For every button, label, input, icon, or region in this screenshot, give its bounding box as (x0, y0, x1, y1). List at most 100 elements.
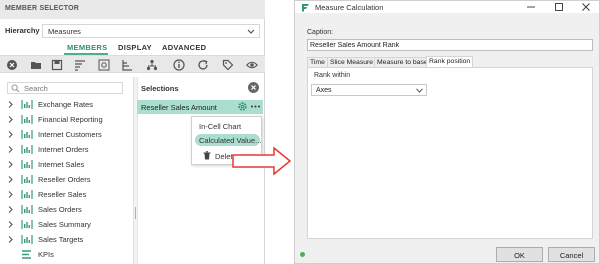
selected-member-label: Reseller Sales Amount (141, 103, 217, 112)
measure-calculation-dialog: Measure Calculation Caption: Time Slice … (294, 0, 600, 264)
tab-display[interactable]: DISPLAY (118, 43, 152, 52)
maximize-button[interactable] (545, 1, 573, 13)
menu-item-calculated-value[interactable]: Calculated Value... (195, 134, 261, 146)
caption-label: Caption: (307, 29, 334, 36)
dialog-titlebar[interactable]: Measure Calculation (295, 1, 599, 13)
list-item[interactable]: Sales Targets (0, 232, 133, 247)
search-member-icon[interactable] (98, 59, 110, 71)
member-selector-panel: MEMBER SELECTOR Hierarchy Measures MEMBE… (0, 0, 265, 264)
member-label: Sales Orders (38, 205, 82, 214)
list-item[interactable]: Sales Orders (0, 202, 133, 217)
list-item[interactable]: KPIs (0, 247, 133, 262)
measure-group-icon (21, 189, 33, 200)
selected-member[interactable]: Reseller Sales Amount (137, 100, 263, 114)
trash-icon (203, 151, 211, 160)
dialog-title: Measure Calculation (315, 3, 384, 12)
clear-selections-icon[interactable] (248, 82, 259, 93)
eye-icon[interactable] (246, 59, 258, 71)
member-label: Internet Orders (38, 145, 89, 154)
refresh-icon[interactable] (197, 59, 209, 71)
folder-icon[interactable] (30, 59, 42, 71)
list-item[interactable]: Internet Sales (0, 157, 133, 172)
member-label: Sales Summary (38, 220, 91, 229)
kpi-icon (21, 249, 33, 260)
info-icon[interactable] (173, 59, 185, 71)
hierarchy-value: Measures (48, 27, 81, 36)
tab-advanced[interactable]: ADVANCED (162, 43, 206, 52)
measure-group-icon (21, 174, 33, 185)
close-button[interactable] (572, 1, 600, 13)
member-label: Internet Customers (38, 130, 102, 139)
hierarchy-tree-icon[interactable] (121, 59, 133, 71)
list-item[interactable]: Reseller Orders (0, 172, 133, 187)
chevron-right-icon[interactable] (8, 176, 13, 183)
rank-within-label: Rank within (314, 72, 351, 79)
more-options-icon[interactable] (250, 101, 261, 112)
tag-icon[interactable] (222, 59, 234, 71)
cancel-button[interactable]: Cancel (548, 247, 595, 262)
tab-measure-to-base[interactable]: Measure to base (374, 57, 431, 67)
member-label: Sales Targets (38, 235, 84, 244)
filter-list-icon[interactable] (74, 59, 86, 71)
list-item[interactable]: Internet Orders (0, 142, 133, 157)
list-item[interactable]: Internet Customers (0, 127, 133, 142)
list-item[interactable]: Sales Summary (0, 217, 133, 232)
member-label: Internet Sales (38, 160, 85, 169)
chevron-right-icon[interactable] (8, 206, 13, 213)
splitter-grip[interactable] (135, 207, 136, 219)
dialog-footer: OK Cancel (295, 244, 599, 264)
gear-icon[interactable] (237, 101, 248, 112)
measure-group-icon (21, 129, 33, 140)
toolbar (0, 55, 265, 73)
list-item[interactable]: Exchange Rates (0, 97, 133, 112)
clear-icon[interactable] (6, 59, 18, 71)
chevron-down-icon (247, 29, 255, 35)
network-icon[interactable] (146, 59, 158, 71)
chevron-right-icon[interactable] (8, 101, 13, 108)
chevron-right-icon[interactable] (8, 161, 13, 168)
chevron-right-icon[interactable] (8, 221, 13, 228)
minimize-button[interactable] (517, 1, 545, 13)
chevron-right-icon[interactable] (8, 131, 13, 138)
member-list: Exchange Rates Financial Reporting Inter… (0, 97, 133, 264)
save-icon[interactable] (51, 59, 63, 71)
member-label: Reseller Sales (38, 190, 87, 199)
chevron-down-icon (416, 88, 423, 93)
arrow-right-icon (232, 146, 292, 176)
search-box[interactable] (7, 82, 123, 94)
hierarchy-row: Hierarchy Measures (0, 22, 265, 39)
chevron-right-icon[interactable] (8, 116, 13, 123)
measure-group-icon (21, 234, 33, 245)
tab-rank-position[interactable]: Rank position (426, 56, 474, 67)
member-label: KPIs (38, 250, 54, 259)
chevron-right-icon[interactable] (8, 236, 13, 243)
tab-panel: Rank within Axes (307, 67, 593, 239)
panel-title: MEMBER SELECTOR (0, 0, 265, 19)
menu-item-in-cell-chart[interactable]: In-Cell Chart (195, 120, 260, 132)
measure-group-icon (21, 99, 33, 110)
measure-group-icon (21, 159, 33, 170)
selections-title: Selections (141, 84, 179, 93)
member-label: Exchange Rates (38, 100, 94, 109)
tab-members[interactable]: MEMBERS (67, 43, 107, 52)
hierarchy-label: Hierarchy (5, 26, 40, 35)
measure-group-icon (21, 204, 33, 215)
list-item[interactable]: Reseller Sales (0, 187, 133, 202)
tab-time[interactable]: Time (307, 57, 328, 67)
tab-slice-measure[interactable]: Slice Measure (327, 57, 377, 67)
rank-within-dropdown[interactable]: Axes (311, 84, 427, 96)
chevron-right-icon[interactable] (8, 146, 13, 153)
rank-within-value: Axes (316, 87, 332, 94)
member-label: Financial Reporting (38, 115, 103, 124)
status-indicator (300, 252, 305, 257)
measure-group-icon (21, 219, 33, 230)
search-input[interactable] (24, 84, 120, 93)
hierarchy-dropdown[interactable]: Measures (42, 24, 260, 38)
list-item[interactable]: Financial Reporting (0, 112, 133, 127)
chevron-right-icon[interactable] (8, 191, 13, 198)
measure-group-icon (21, 144, 33, 155)
member-label: Reseller Orders (38, 175, 91, 184)
ok-button[interactable]: OK (496, 247, 543, 262)
measure-group-icon (21, 114, 33, 125)
caption-input[interactable] (307, 39, 593, 51)
